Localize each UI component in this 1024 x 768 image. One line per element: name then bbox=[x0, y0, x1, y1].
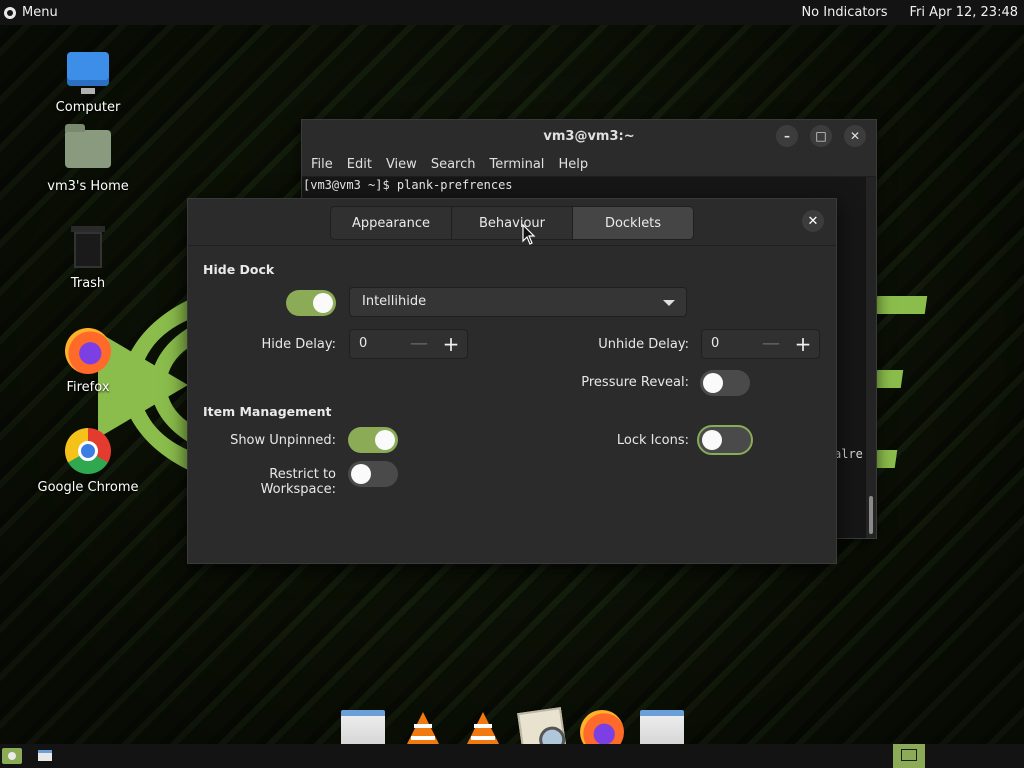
menu-view[interactable]: View bbox=[379, 157, 424, 172]
hide-mode-dropdown[interactable]: Intellihide bbox=[349, 287, 687, 317]
hide-delay-value[interactable]: 0 bbox=[359, 336, 367, 351]
desktop-icon-chrome[interactable]: Google Chrome bbox=[33, 428, 143, 495]
desktop-icon-computer[interactable]: Computer bbox=[33, 48, 143, 115]
terminal-titlebar[interactable]: vm3@vm3:~ – □ ✕ bbox=[302, 120, 876, 152]
switch-knob bbox=[702, 430, 722, 450]
hide-delay-label: Hide Delay: bbox=[261, 337, 336, 352]
clock[interactable]: Fri Apr 12, 23:48 bbox=[909, 5, 1018, 20]
terminal-title: vm3@vm3:~ bbox=[543, 128, 635, 144]
show-desktop-icon[interactable] bbox=[38, 750, 52, 761]
mint-logo-icon bbox=[4, 6, 16, 19]
close-button[interactable]: ✕ bbox=[802, 210, 824, 232]
unhide-delay-value[interactable]: 0 bbox=[711, 336, 719, 351]
item-management-heading: Item Management bbox=[203, 404, 332, 419]
tab-appearance[interactable]: Appearance bbox=[331, 207, 452, 239]
lock-icons-switch[interactable] bbox=[697, 425, 753, 455]
tab-switcher: Appearance Behaviour Docklets bbox=[330, 206, 694, 240]
menu-edit[interactable]: Edit bbox=[340, 157, 379, 172]
switch-knob bbox=[375, 430, 395, 450]
wallpaper-bar bbox=[874, 296, 928, 314]
desktop-icon-label: Google Chrome bbox=[37, 480, 139, 495]
computer-icon bbox=[67, 52, 109, 94]
maximize-button[interactable]: □ bbox=[810, 125, 832, 147]
top-panel: Menu No Indicators Fri Apr 12, 23:48 bbox=[0, 0, 1024, 25]
desktop-icon-firefox[interactable]: Firefox bbox=[33, 328, 143, 395]
plank-preferences-dialog: Appearance Behaviour Docklets ✕ Hide Doc… bbox=[187, 198, 837, 564]
wallpaper-bar bbox=[874, 370, 904, 388]
menu-file[interactable]: File bbox=[304, 157, 340, 172]
wallpaper-bar bbox=[874, 450, 898, 468]
tab-behaviour[interactable]: Behaviour bbox=[452, 207, 573, 239]
increment-button[interactable]: + bbox=[439, 333, 463, 357]
desktop-icon-label: Trash bbox=[70, 276, 106, 291]
indicators-applet[interactable]: No Indicators bbox=[801, 5, 887, 20]
menu-search[interactable]: Search bbox=[424, 157, 483, 172]
lock-icons-label: Lock Icons: bbox=[616, 433, 689, 448]
desktop-icon-trash[interactable]: Trash bbox=[33, 224, 143, 291]
restrict-workspace-label: Restrict to Workspace: bbox=[260, 467, 336, 497]
decrement-button[interactable]: — bbox=[407, 333, 431, 357]
dropdown-arrow-icon bbox=[663, 300, 675, 306]
dialog-header: Appearance Behaviour Docklets ✕ bbox=[188, 199, 836, 246]
menu-label: Menu bbox=[22, 5, 58, 20]
restrict-workspace-switch[interactable] bbox=[348, 461, 398, 487]
decrement-button[interactable]: — bbox=[759, 333, 783, 357]
desktop-icon-label: vm3's Home bbox=[47, 179, 129, 194]
terminal-partial-text: alre bbox=[834, 447, 863, 461]
chrome-icon bbox=[65, 428, 111, 474]
switch-knob bbox=[703, 373, 723, 393]
unhide-delay-label: Unhide Delay: bbox=[598, 337, 689, 352]
desktop-icon-label: Firefox bbox=[66, 380, 110, 395]
switch-knob bbox=[313, 293, 333, 313]
show-unpinned-switch[interactable] bbox=[348, 427, 398, 453]
desktop-icon-home[interactable]: vm3's Home bbox=[33, 124, 143, 194]
hide-dock-heading: Hide Dock bbox=[203, 262, 275, 277]
workspace-switcher-icon[interactable] bbox=[893, 744, 925, 768]
close-button[interactable]: ✕ bbox=[844, 125, 866, 147]
unhide-delay-spinner[interactable]: 0 — + bbox=[701, 329, 820, 359]
pressure-reveal-switch[interactable] bbox=[700, 370, 750, 396]
scrollbar-thumb[interactable] bbox=[869, 496, 873, 534]
home-folder-icon bbox=[65, 124, 111, 168]
minimize-button[interactable]: – bbox=[776, 125, 798, 147]
terminal-line: [vm3@vm3 ~]$ plank-prefrences bbox=[303, 178, 513, 192]
trash-icon bbox=[68, 224, 108, 270]
firefox-icon bbox=[65, 328, 111, 374]
tab-docklets[interactable]: Docklets bbox=[573, 207, 693, 239]
hide-delay-spinner[interactable]: 0 — + bbox=[349, 329, 468, 359]
hide-dock-switch[interactable] bbox=[286, 290, 336, 316]
mouse-cursor-icon bbox=[522, 224, 536, 245]
hide-mode-value: Intellihide bbox=[362, 294, 427, 309]
increment-button[interactable]: + bbox=[791, 333, 815, 357]
menu-terminal[interactable]: Terminal bbox=[482, 157, 551, 172]
terminal-scrollbar[interactable] bbox=[866, 177, 876, 538]
bottom-panel bbox=[0, 744, 1024, 768]
show-unpinned-label: Show Unpinned: bbox=[230, 433, 336, 448]
menu-button[interactable]: Menu bbox=[0, 0, 64, 25]
menu-launcher-icon[interactable] bbox=[2, 748, 22, 764]
pressure-reveal-label: Pressure Reveal: bbox=[581, 375, 689, 390]
switch-knob bbox=[351, 464, 371, 484]
menu-help[interactable]: Help bbox=[551, 157, 595, 172]
desktop-icon-label: Computer bbox=[55, 100, 121, 115]
terminal-menubar: File Edit View Search Terminal Help bbox=[302, 152, 876, 176]
